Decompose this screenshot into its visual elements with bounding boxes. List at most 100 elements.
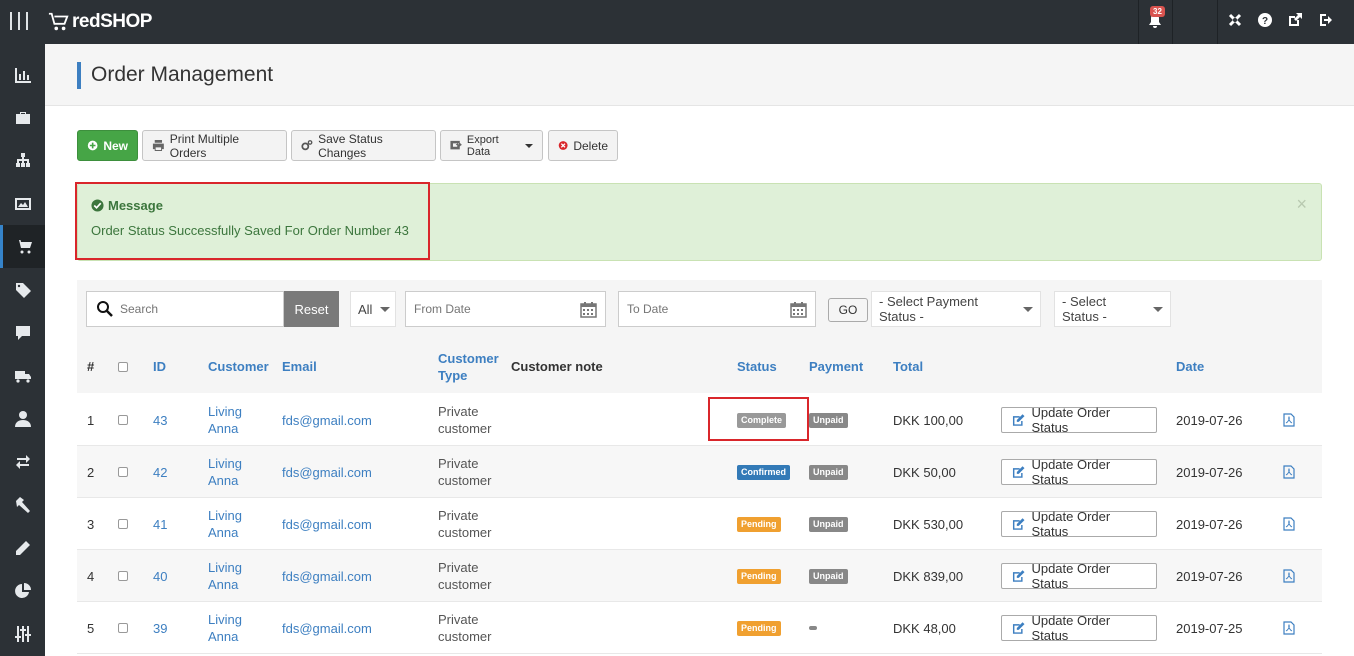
checkbox[interactable] — [118, 571, 128, 581]
sidebar-item-products[interactable] — [0, 96, 45, 139]
email-link[interactable]: fds@gmail.com — [282, 550, 372, 602]
header-date[interactable]: Date — [1176, 340, 1204, 393]
customer-link[interactable]: Living Anna — [208, 446, 242, 498]
sidebar-item-discounts[interactable] — [0, 268, 45, 311]
update-order-status-button[interactable]: Update Order Status — [1001, 613, 1157, 643]
from-date-field[interactable] — [405, 291, 606, 327]
customer-link[interactable]: Living Anna — [208, 498, 242, 550]
sidebar-item-orders[interactable] — [0, 225, 45, 268]
update-order-status-button[interactable]: Update Order Status — [1001, 509, 1157, 539]
payment-badge: Unpaid — [809, 412, 848, 428]
sidebar-item-reports[interactable] — [0, 569, 45, 612]
delete-button[interactable]: Delete — [548, 130, 618, 161]
new-button[interactable]: New — [77, 130, 138, 161]
email-link[interactable]: fds@gmail.com — [282, 498, 372, 550]
status-cell: Confirmed — [737, 446, 790, 498]
customer-link[interactable]: Living Anna — [208, 550, 242, 602]
payment-cell: Unpaid — [809, 550, 848, 602]
help-icon[interactable]: ? — [1257, 12, 1273, 28]
order-id-link[interactable]: 41 — [153, 498, 167, 550]
checkbox[interactable] — [118, 623, 128, 633]
update-order-status-button[interactable]: Update Order Status — [1001, 561, 1157, 591]
pdf-icon[interactable] — [1283, 569, 1295, 583]
header-payment[interactable]: Payment — [809, 340, 863, 393]
menu-toggle-icon[interactable] — [10, 12, 28, 30]
from-date-input[interactable] — [414, 302, 564, 316]
email-link[interactable]: fds@gmail.com — [282, 446, 372, 498]
row-checkbox[interactable] — [118, 602, 128, 654]
header-id[interactable]: ID — [153, 340, 166, 393]
row-checkbox[interactable] — [118, 446, 128, 498]
calendar-icon[interactable] — [790, 301, 807, 318]
limit-select[interactable]: All — [350, 291, 396, 327]
order-id-link[interactable]: 42 — [153, 446, 167, 498]
close-icon[interactable]: × — [1296, 194, 1307, 215]
header-status[interactable]: Status — [737, 340, 777, 393]
checkbox[interactable] — [118, 361, 128, 372]
select-all-checkbox[interactable] — [118, 340, 128, 393]
reset-button[interactable]: Reset — [284, 291, 339, 327]
search-input[interactable] — [120, 302, 270, 316]
sidebar-item-users[interactable] — [0, 397, 45, 440]
sidebar-item-statistics[interactable] — [0, 53, 45, 96]
new-button-label: New — [103, 138, 128, 153]
save-status-changes-button[interactable]: Save Status Changes — [291, 130, 436, 161]
checkbox[interactable] — [118, 415, 128, 425]
order-id-link[interactable]: 39 — [153, 602, 167, 654]
sidebar-item-media[interactable] — [0, 182, 45, 225]
customer-type: Private customer — [438, 498, 491, 550]
customer-type-line2: customer — [438, 629, 492, 644]
external-link-icon[interactable] — [1287, 12, 1303, 28]
status-select[interactable]: - Select Status - — [1054, 291, 1171, 327]
pdf-icon[interactable] — [1283, 517, 1295, 531]
order-id-link[interactable]: 43 — [153, 394, 167, 446]
sidebar-item-customization[interactable] — [0, 526, 45, 569]
customer-link[interactable]: Living Anna — [208, 602, 242, 654]
to-date-input[interactable] — [627, 302, 777, 316]
filter-panel: Reset All GO - Select Payment Status - -… — [77, 280, 1322, 340]
edit-icon — [1012, 570, 1025, 582]
update-order-status-button[interactable]: Update Order Status — [1001, 405, 1157, 435]
header-email[interactable]: Email — [282, 340, 317, 393]
checkbox[interactable] — [118, 519, 128, 529]
update-order-status-button[interactable]: Update Order Status — [1001, 457, 1157, 487]
export-data-button[interactable]: Export Data — [440, 130, 543, 161]
pdf-icon[interactable] — [1283, 413, 1295, 427]
order-id-link[interactable]: 40 — [153, 550, 167, 602]
sidebar-item-communication[interactable] — [0, 311, 45, 354]
print-button-label: Print Multiple Orders — [169, 131, 240, 160]
sidebar-item-configuration[interactable] — [0, 612, 45, 655]
payment-badge-empty — [809, 626, 817, 630]
customer-link[interactable]: Living Anna — [208, 394, 242, 446]
logout-icon[interactable] — [1318, 12, 1334, 28]
customer-type-line2: customer — [438, 421, 492, 436]
sidebar-item-categories[interactable] — [0, 139, 45, 182]
sidebar-item-import-export[interactable] — [0, 440, 45, 483]
row-checkbox[interactable] — [118, 394, 128, 446]
pdf-icon[interactable] — [1283, 621, 1295, 635]
status-cell: Pending — [737, 550, 781, 602]
search-box — [86, 291, 284, 327]
user-icon — [14, 410, 31, 427]
cogs-icon — [301, 140, 313, 151]
row-checkbox[interactable] — [118, 498, 128, 550]
header-total[interactable]: Total — [893, 340, 923, 393]
payment-status-select[interactable]: - Select Payment Status - — [871, 291, 1041, 327]
sidebar-item-tools[interactable] — [0, 483, 45, 526]
customer-type-line2: customer — [438, 473, 492, 488]
joomla-icon[interactable] — [1227, 12, 1243, 28]
email-link[interactable]: fds@gmail.com — [282, 602, 372, 654]
pdf-icon[interactable] — [1283, 465, 1295, 479]
email-link[interactable]: fds@gmail.com — [282, 394, 372, 446]
sidebar-item-shipping[interactable] — [0, 354, 45, 397]
header-customer-type[interactable]: Customer Type — [438, 340, 499, 393]
calendar-icon[interactable] — [580, 301, 597, 318]
to-date-field[interactable] — [618, 291, 816, 327]
go-button[interactable]: GO — [828, 298, 868, 322]
logo[interactable]: redSHOP — [48, 8, 152, 36]
checkbox[interactable] — [118, 467, 128, 477]
header-customer[interactable]: Customer — [208, 340, 269, 393]
row-number: 3 — [87, 516, 95, 532]
print-multiple-orders-button[interactable]: Print Multiple Orders — [142, 130, 287, 161]
row-checkbox[interactable] — [118, 550, 128, 602]
